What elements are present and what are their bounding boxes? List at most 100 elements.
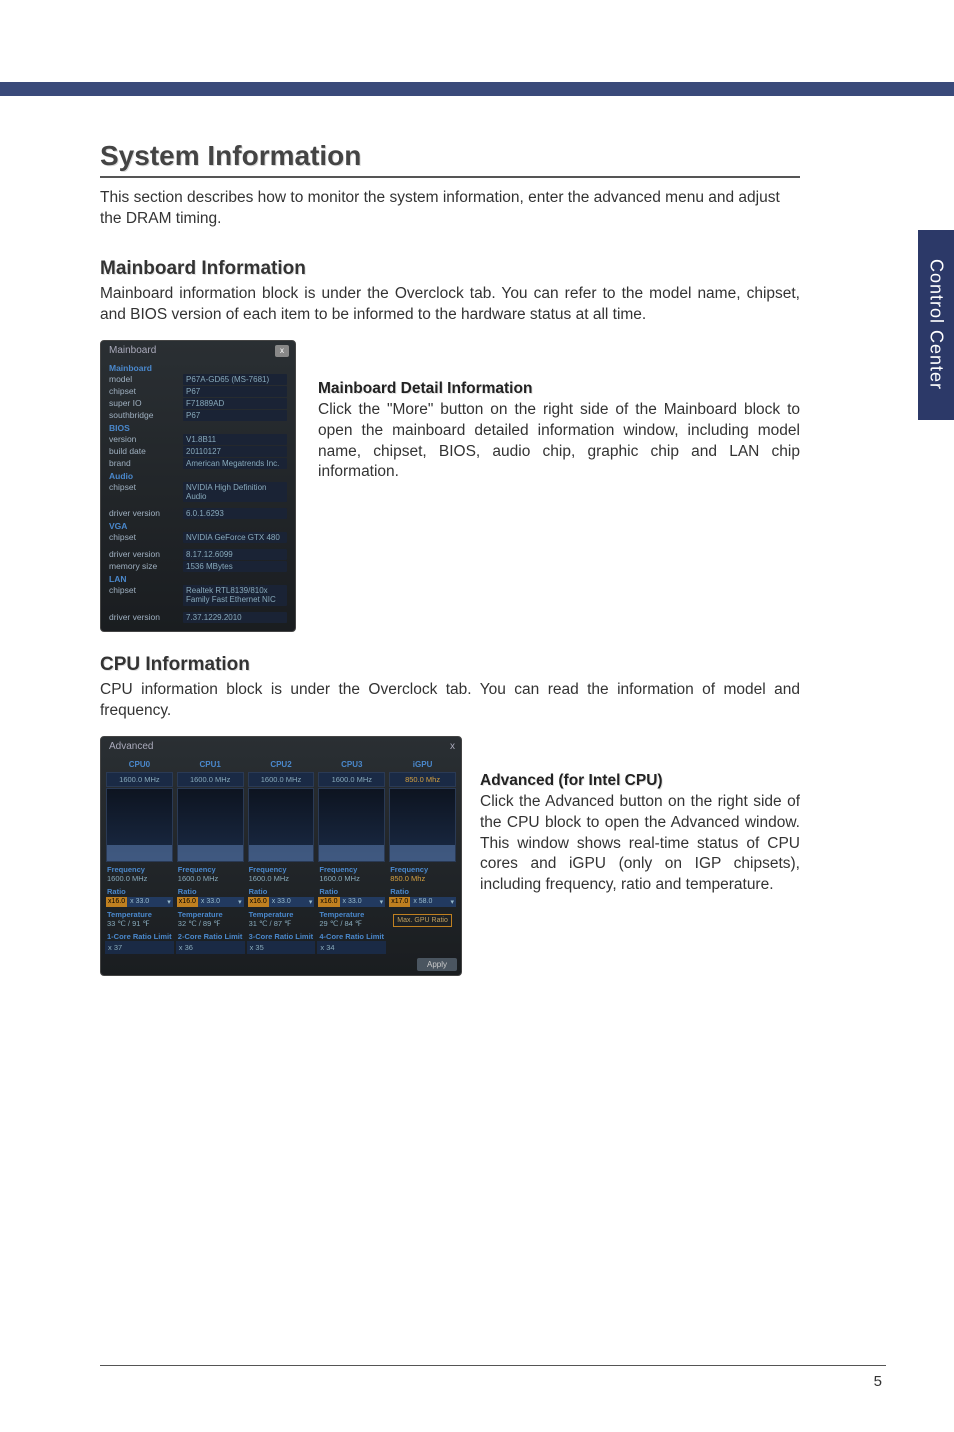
ratio-a-4: x17.0 [389, 897, 410, 907]
val-builddate: 20110127 [183, 446, 287, 457]
lbl-freq-0: Frequency [105, 863, 174, 874]
row-southbridge: southbridgeP67 [109, 410, 287, 421]
row-model: modelP67A-GD65 (MS-7681) [109, 374, 287, 385]
lbl-temp-1: Temperature [176, 908, 245, 919]
val-temp-1: 32 ℃ / 89 ℉ [176, 919, 245, 930]
lbl-ratio-1: Ratio [176, 885, 245, 896]
ratio-row-1[interactable]: x16.0x 33.0▾ [177, 897, 244, 907]
mainboard-detail-body: Click the "More" button on the right sid… [318, 400, 800, 484]
label-model: model [109, 374, 183, 385]
val-core3[interactable]: x 35 [247, 941, 316, 954]
val-freq-0: 1600.0 MHz [105, 874, 174, 885]
lbl-temp-3: Temperature [317, 908, 386, 919]
cpu-section-title: CPU Information [100, 654, 800, 676]
row-lanchip: chipsetRealtek RTL8139/810x Family Fast … [109, 585, 287, 606]
ratio-b-2: x 33.0 [269, 897, 307, 907]
page-number: 5 [874, 1373, 882, 1390]
ratio-a-2: x16.0 [248, 897, 269, 907]
lbl-freq-4: Frequency [388, 863, 457, 874]
intro-text: This section describes how to monitor th… [100, 188, 800, 230]
val-vgadrv: 8.17.12.6099 [183, 549, 287, 560]
col-igpu: iGPU 850.0 Mhz Frequency 850.0 Mhz Ratio… [388, 758, 457, 954]
col-cpu1: CPU1 1600.0 MHz Frequency 1600.0 MHz Rat… [176, 758, 245, 954]
cpu-section-body: CPU information block is under the Overc… [100, 680, 800, 722]
mainboard-row: Mainboard x Mainboard modelP67A-GD65 (MS… [100, 340, 800, 632]
page-title: System Information [100, 140, 800, 178]
group-audio: Audio [109, 471, 287, 481]
lbl-temp-0: Temperature [105, 908, 174, 919]
graph-cpu2 [248, 788, 315, 862]
ratio-b-1: x 33.0 [198, 897, 236, 907]
close-icon[interactable]: x [450, 741, 455, 752]
lbl-ratio-3: Ratio [317, 885, 386, 896]
row-vgadrv: driver version8.17.12.6099 [109, 549, 287, 560]
val-core1[interactable]: x 37 [105, 941, 174, 954]
chevron-down-icon[interactable]: ▾ [236, 897, 244, 907]
head-cpu2[interactable]: CPU2 [247, 758, 316, 771]
head-cpu1[interactable]: CPU1 [176, 758, 245, 771]
val-superio: F71889AD [183, 398, 287, 409]
row-superio: super IOF71889AD [109, 398, 287, 409]
ratio-row-4[interactable]: x17.0x 58.0▾ [389, 897, 456, 907]
ratio-a-0: x16.0 [106, 897, 127, 907]
mainboard-panel-title: Mainboard [109, 345, 156, 356]
head-igpu[interactable]: iGPU [388, 758, 457, 771]
group-bios: BIOS [109, 423, 287, 433]
chevron-down-icon[interactable]: ▾ [165, 897, 173, 907]
val-core2[interactable]: x 36 [176, 941, 245, 954]
max-gpu-ratio-button[interactable]: Max. GPU Ratio [393, 914, 452, 927]
val-freq-4: 850.0 Mhz [388, 874, 457, 885]
lbl-core3: 3-Core Ratio Limit [247, 930, 316, 941]
close-icon[interactable]: x [275, 345, 289, 357]
apply-button[interactable]: Apply [417, 958, 457, 971]
topfreq-cpu2: 1600.0 MHz [248, 772, 315, 787]
lbl-freq-1: Frequency [176, 863, 245, 874]
topfreq-cpu1: 1600.0 MHz [177, 772, 244, 787]
mainboard-panel: Mainboard x Mainboard modelP67A-GD65 (MS… [100, 340, 296, 632]
ratio-row-2[interactable]: x16.0x 33.0▾ [248, 897, 315, 907]
val-audiochip: NVIDIA High Definition Audio [183, 482, 287, 502]
ratio-row-0[interactable]: x16.0x 33.0▾ [106, 897, 173, 907]
chevron-down-icon[interactable]: ▾ [378, 897, 386, 907]
lbl-ratio-0: Ratio [105, 885, 174, 896]
footer-rule [100, 1365, 886, 1366]
mainboard-section-title: Mainboard Information [100, 258, 800, 280]
row-landrv: driver version7.37.1229.2010 [109, 612, 287, 623]
val-core4[interactable]: x 34 [317, 941, 386, 954]
group-lan: LAN [109, 574, 287, 584]
topfreq-cpu3: 1600.0 MHz [318, 772, 385, 787]
row-vgachip: chipsetNVIDIA GeForce GTX 480 [109, 532, 287, 543]
val-model: P67A-GD65 (MS-7681) [183, 374, 287, 385]
val-chipset: P67 [183, 386, 287, 397]
label-brand: brand [109, 458, 183, 469]
val-freq-3: 1600.0 MHz [317, 874, 386, 885]
val-freq-1: 1600.0 MHz [176, 874, 245, 885]
lbl-ratio-2: Ratio [247, 885, 316, 896]
val-lanchip: Realtek RTL8139/810x Family Fast Etherne… [183, 585, 287, 606]
chevron-down-icon[interactable]: ▾ [307, 897, 315, 907]
row-brand: brandAmerican Megatrends Inc. [109, 458, 287, 469]
advanced-panel-title: Advanced [109, 741, 153, 752]
topfreq-igpu: 850.0 Mhz [389, 772, 456, 787]
ratio-row-3[interactable]: x16.0x 33.0▾ [318, 897, 385, 907]
row-audiodrv: driver version6.0.1.6293 [109, 508, 287, 519]
head-cpu0[interactable]: CPU0 [105, 758, 174, 771]
advanced-panel: Advanced x CPU0 1600.0 MHz Frequency 160… [100, 736, 462, 976]
topfreq-cpu0: 1600.0 MHz [106, 772, 173, 787]
lbl-core2: 2-Core Ratio Limit [176, 930, 245, 941]
advanced-panel-header: Advanced x [101, 737, 461, 754]
label-audiodrv: driver version [109, 508, 183, 519]
mainboard-detail-title: Mainboard Detail Information [318, 380, 800, 398]
mainboard-panel-body: Mainboard modelP67A-GD65 (MS-7681) chips… [101, 359, 295, 631]
label-audiochip: chipset [109, 482, 183, 502]
advanced-footer: Apply [101, 954, 461, 971]
advanced-columns: CPU0 1600.0 MHz Frequency 1600.0 MHz Rat… [101, 754, 461, 954]
head-cpu3[interactable]: CPU3 [317, 758, 386, 771]
val-audiodrv: 6.0.1.6293 [183, 508, 287, 519]
row-chipset: chipsetP67 [109, 386, 287, 397]
val-freq-2: 1600.0 MHz [247, 874, 316, 885]
chevron-down-icon[interactable]: ▾ [448, 897, 456, 907]
group-vga: VGA [109, 521, 287, 531]
lbl-core4: 4-Core Ratio Limit [317, 930, 386, 941]
val-temp-0: 33 ℃ / 91 ℉ [105, 919, 174, 930]
